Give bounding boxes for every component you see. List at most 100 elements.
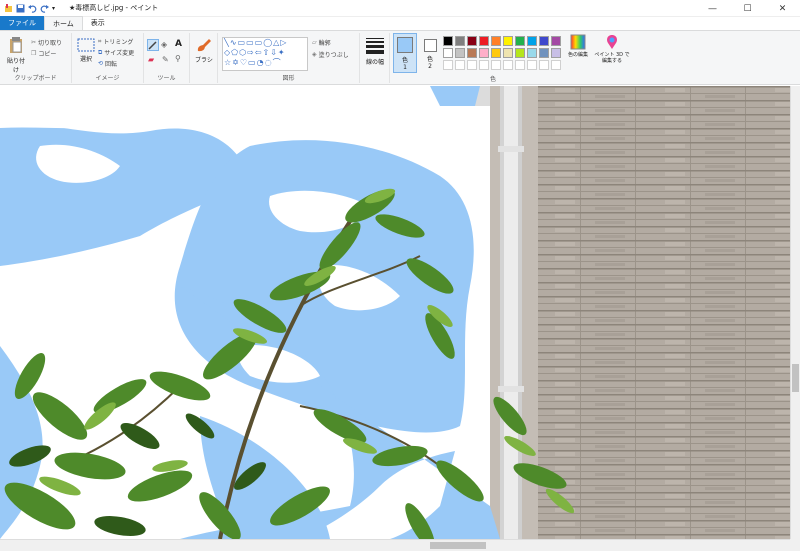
color2-button[interactable]: 色 2 <box>419 33 441 73</box>
undo-icon[interactable] <box>28 4 37 13</box>
palette-color-swatch[interactable] <box>455 48 465 58</box>
size-button[interactable]: 線の幅 <box>366 38 384 66</box>
shapes-row-3: ☆✡♡▭◔◌⌒ <box>224 58 282 67</box>
custom-color-slot[interactable] <box>479 60 489 70</box>
palette-color-swatch[interactable] <box>551 36 561 46</box>
shapes-gallery[interactable]: ╲∿▭▭▭◯△▷ ◇⬠⬡⇨⇦⇧⇩✦ ☆✡♡▭◔◌⌒ <box>222 37 308 71</box>
paint3d-label: ペイント 3D で編集する <box>594 52 630 64</box>
crop-button[interactable]: ⌗ トリミング <box>98 37 133 47</box>
horizontal-scrollbar[interactable] <box>0 539 790 551</box>
pencil-tool[interactable] <box>147 39 159 51</box>
tools-group: ◈ A ▰ ✎ ⚲ ツール <box>144 33 190 83</box>
save-icon[interactable] <box>16 4 25 13</box>
shapes-group: ╲∿▭▭▭◯△▷ ◇⬠⬡⇨⇦⇧⇩✦ ☆✡♡▭◔◌⌒ ▱ 輪郭 ◈ 塗りつぶし 図形 <box>218 33 360 83</box>
shapes-row-2: ◇⬠⬡⇨⇦⇧⇩✦ <box>224 48 286 57</box>
fill-tool[interactable]: ◈ <box>161 40 167 49</box>
cut-label: 切り取り <box>38 40 63 47</box>
palette-color-swatch[interactable] <box>515 48 525 58</box>
palette-color-swatch[interactable] <box>527 36 537 46</box>
select-button[interactable]: 選択 <box>76 38 96 63</box>
palette-color-swatch[interactable] <box>539 48 549 58</box>
palette-color-swatch[interactable] <box>527 48 537 58</box>
palette-color-swatch[interactable] <box>455 36 465 46</box>
close-button[interactable]: ✕ <box>765 0 800 17</box>
clipboard-group-label: クリップボード <box>14 75 57 82</box>
custom-color-slot[interactable] <box>503 60 513 70</box>
fill-button[interactable]: ◈ 塗りつぶし <box>312 50 349 59</box>
magnifier-tool[interactable]: ⚲ <box>175 54 181 63</box>
cut-button[interactable]: ✂ 切り取り <box>31 38 62 47</box>
palette-color-swatch[interactable] <box>491 48 501 58</box>
brushes-label: ブラシ <box>195 57 213 64</box>
redo-icon[interactable] <box>40 4 49 13</box>
palette-color-swatch[interactable] <box>467 48 477 58</box>
brush-icon <box>197 39 211 52</box>
color1-number: 1 <box>403 64 407 71</box>
custom-color-slot[interactable] <box>443 60 453 70</box>
tab-view[interactable]: 表示 <box>83 16 113 30</box>
rotate-label: 回転 <box>105 61 118 68</box>
rotate-button[interactable]: ⟲ 回転 <box>98 59 117 68</box>
copy-button[interactable]: ❐ コピー <box>31 49 56 58</box>
brushes-group: ブラシ <box>190 33 218 83</box>
palette-color-swatch[interactable] <box>479 36 489 46</box>
palette-color-swatch[interactable] <box>539 36 549 46</box>
brushes-button[interactable]: ブラシ <box>194 37 214 64</box>
horizontal-scroll-thumb[interactable] <box>430 542 486 549</box>
size-group: 線の幅 <box>360 33 390 83</box>
shapes-group-label: 図形 <box>282 75 295 82</box>
paste-button[interactable]: 貼り付け <box>6 36 26 74</box>
palette-color-swatch[interactable] <box>503 36 513 46</box>
color2-swatch <box>423 39 437 52</box>
select-icon <box>77 38 95 52</box>
minimize-button[interactable]: — <box>695 0 730 17</box>
copy-label: コピー <box>38 51 57 58</box>
text-tool[interactable]: A <box>175 39 182 49</box>
palette-color-swatch[interactable] <box>479 48 489 58</box>
custom-color-slot[interactable] <box>491 60 501 70</box>
resize-label: サイズ変更 <box>104 50 135 57</box>
palette-color-swatch[interactable] <box>467 36 477 46</box>
scrollbar-corner <box>790 539 800 551</box>
customize-dropdown-icon[interactable]: ▾ <box>52 4 61 13</box>
palette-color-swatch[interactable] <box>551 48 561 58</box>
fill-icon: ◈ <box>312 51 317 58</box>
palette-color-swatch[interactable] <box>443 36 453 46</box>
outline-icon: ▱ <box>312 39 317 46</box>
paste-icon <box>10 37 22 53</box>
paint-app-icon[interactable] <box>4 3 13 13</box>
window-controls: — ☐ ✕ <box>695 0 800 17</box>
custom-color-slot[interactable] <box>539 60 549 70</box>
palette-color-swatch[interactable] <box>443 48 453 58</box>
paint3d-button[interactable]: ペイント 3D で編集する <box>594 34 630 64</box>
palette-color-swatch[interactable] <box>503 48 513 58</box>
palette-color-swatch[interactable] <box>491 36 501 46</box>
drawing-canvas[interactable] <box>0 86 790 539</box>
paste-label: 貼り付け <box>6 58 25 74</box>
tools-group-label: ツール <box>157 75 176 82</box>
custom-color-slot[interactable] <box>467 60 477 70</box>
resize-button[interactable]: ⧉ サイズ変更 <box>98 48 135 58</box>
pencil-icon <box>148 41 157 50</box>
vertical-scroll-thumb[interactable] <box>792 364 799 392</box>
maximize-button[interactable]: ☐ <box>730 0 765 17</box>
fill-label: 塗りつぶし <box>318 52 349 59</box>
color-picker-tool[interactable]: ✎ <box>162 55 169 64</box>
eraser-tool[interactable]: ▰ <box>148 55 154 64</box>
custom-color-slot[interactable] <box>551 60 561 70</box>
outline-button[interactable]: ▱ 輪郭 <box>312 38 331 47</box>
line-width-icon <box>366 38 384 54</box>
edited-photo <box>0 86 790 539</box>
palette-color-swatch[interactable] <box>515 36 525 46</box>
custom-color-slot[interactable] <box>527 60 537 70</box>
eyedropper-icon: ✎ <box>162 55 169 64</box>
color2-label: 色 <box>426 56 433 63</box>
tab-file[interactable]: ファイル <box>0 16 44 30</box>
vertical-scrollbar[interactable] <box>790 86 800 539</box>
color1-button[interactable]: 色 1 <box>393 33 417 73</box>
tab-home[interactable]: ホーム <box>44 16 83 30</box>
edit-colors-button[interactable]: 色の編集 <box>567 34 589 58</box>
custom-color-slot[interactable] <box>515 60 525 70</box>
clipboard-group: 貼り付け ✂ 切り取り ❐ コピー クリップボード <box>0 33 72 83</box>
custom-color-slot[interactable] <box>455 60 465 70</box>
